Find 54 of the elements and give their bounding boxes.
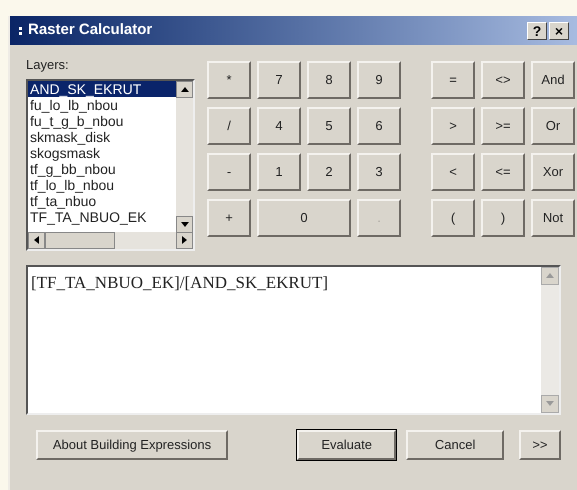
- help-button[interactable]: About Building Expressions: [36, 430, 228, 460]
- keypad-button[interactable]: And: [531, 61, 575, 99]
- scroll-down-icon[interactable]: [176, 216, 193, 232]
- layers-label: Layers:: [26, 56, 70, 74]
- horizontal-scrollbar[interactable]: [28, 232, 193, 248]
- keypad-button[interactable]: 0: [257, 199, 351, 237]
- keypad-button[interactable]: 1: [257, 153, 301, 191]
- keypad-button[interactable]: <: [431, 153, 475, 191]
- keypad-button[interactable]: 2: [307, 153, 351, 191]
- keypad-button[interactable]: 3: [357, 153, 401, 191]
- layer-item[interactable]: AND_SK_EKRUT: [28, 80, 176, 96]
- keypad-button[interactable]: >: [431, 107, 475, 145]
- more-button[interactable]: >>: [518, 430, 561, 460]
- keypad-button[interactable]: /: [207, 107, 251, 145]
- keypad-button[interactable]: =: [431, 61, 475, 99]
- keypad-button[interactable]: ): [481, 199, 525, 237]
- keypad-button[interactable]: <>: [481, 61, 525, 99]
- scroll-thumb[interactable]: [45, 232, 115, 248]
- keypad-button[interactable]: Or: [531, 107, 575, 145]
- keypad-button[interactable]: Xor: [531, 153, 575, 191]
- keypad-button[interactable]: 4: [257, 107, 301, 145]
- layer-item[interactable]: TF_TA_NBUO_EK: [28, 208, 176, 224]
- keypad-button[interactable]: <=: [481, 153, 525, 191]
- layer-item[interactable]: fu_t_g_b_nbou: [28, 112, 176, 128]
- scroll-up-icon[interactable]: [176, 80, 193, 98]
- keypad-button[interactable]: 7: [257, 61, 301, 99]
- close-button[interactable]: ×: [549, 22, 569, 40]
- keypad-button[interactable]: (: [431, 199, 475, 237]
- scroll-right-icon[interactable]: [176, 232, 193, 248]
- keypad-button[interactable]: >=: [481, 107, 525, 145]
- layer-item[interactable]: skmask_disk: [28, 128, 176, 144]
- expression-box[interactable]: [TF_TA_NBUO_EK]/[AND_SK_EKRUT]: [26, 264, 561, 414]
- vertical-scrollbar[interactable]: [176, 80, 193, 232]
- evaluate-button[interactable]: Evaluate: [296, 430, 396, 460]
- keypad-button[interactable]: 9: [357, 61, 401, 99]
- window-title: Raster Calculator: [28, 20, 152, 40]
- cancel-button[interactable]: Cancel: [406, 430, 504, 460]
- keypad-button[interactable]: 6: [357, 107, 401, 145]
- keypad-button[interactable]: -: [207, 153, 251, 191]
- layer-item[interactable]: fu_lo_lb_nbou: [28, 96, 176, 112]
- layer-item[interactable]: tf_g_bb_nbou: [28, 160, 176, 176]
- keypad-button[interactable]: *: [207, 61, 251, 99]
- app-icon: [18, 24, 24, 36]
- keypad-button[interactable]: 5: [307, 107, 351, 145]
- layers-listbox[interactable]: AND_SK_EKRUT fu_lo_lb_nbou fu_t_g_b_nbou skmask_disk skogsmask tf_g_bb_nbou tf_lo_lb_nbou tf_ta_nbuo TF_TA_NBUO_EK: [26, 78, 195, 250]
- help-button[interactable]: ?: [527, 22, 547, 40]
- keypad-button[interactable]: +: [207, 199, 251, 237]
- layer-item[interactable]: tf_ta_nbuo: [28, 192, 176, 208]
- scroll-left-icon[interactable]: [28, 232, 45, 248]
- keypad-button[interactable]: 8: [307, 61, 351, 99]
- layer-item[interactable]: tf_lo_lb_nbou: [28, 176, 176, 192]
- expression-text: [TF_TA_NBUO_EK]/[AND_SK_EKRUT]: [30, 272, 330, 294]
- keypad-button[interactable]: Not: [531, 199, 575, 237]
- layer-item[interactable]: skogsmask: [28, 144, 176, 160]
